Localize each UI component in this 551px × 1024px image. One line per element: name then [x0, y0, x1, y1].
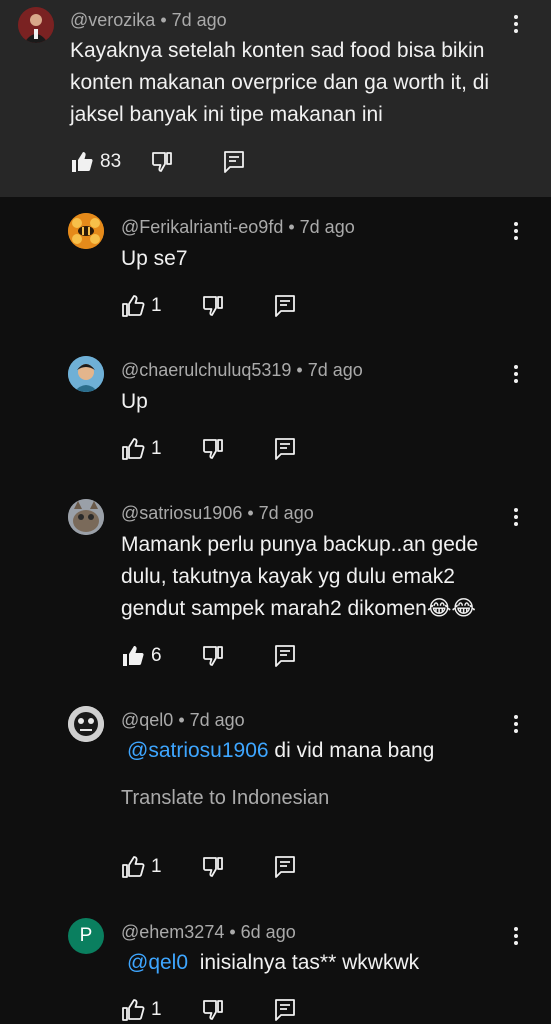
comment-line: Up [121, 390, 148, 413]
reply-button[interactable] [273, 292, 297, 320]
dislike-icon [203, 296, 223, 316]
comment-text: Kayaknya setelah konten sad food bisa bi… [70, 35, 489, 131]
more-vert-icon[interactable] [506, 710, 526, 738]
reply-button[interactable] [222, 148, 246, 176]
comment-time: 7d ago [189, 710, 245, 730]
comment-line: jaksel banyak ini tipe makanan ini [70, 103, 383, 126]
like-button[interactable]: 1 [121, 996, 162, 1024]
like-icon [122, 856, 145, 878]
avatar[interactable] [68, 706, 104, 742]
like-count: 6 [151, 645, 162, 666]
author-handle[interactable]: @chaerulchuluq5319 [121, 360, 291, 380]
comment-meta: @qel0 • 7d ago [121, 710, 245, 730]
reply-icon [275, 438, 295, 460]
comment-line: Up se7 [121, 247, 188, 270]
reply-icon [275, 856, 295, 878]
comment-line: Mamank perlu punya backup..an gede [121, 533, 479, 556]
dislike-button[interactable] [201, 292, 225, 320]
like-button[interactable]: 1 [121, 853, 162, 881]
comment-time: 7d ago [171, 10, 227, 30]
dislike-button[interactable] [201, 642, 225, 670]
like-count: 1 [151, 999, 162, 1020]
comment-meta: @verozika • 7d ago [70, 10, 227, 30]
comment-line: di vid mana bang [274, 739, 435, 762]
dislike-icon [203, 857, 223, 877]
mention-link[interactable]: @satriosu1906 [127, 739, 269, 762]
more-vert-icon[interactable] [506, 360, 526, 388]
comment-line: gendut sampek marah2 dikomen😂😂 [121, 597, 476, 620]
reply-button[interactable] [273, 642, 297, 670]
avatar[interactable] [68, 213, 104, 249]
avatar[interactable] [18, 7, 54, 43]
reply-icon [275, 645, 295, 667]
more-vert-icon[interactable] [506, 503, 526, 531]
reply-icon [275, 295, 295, 317]
like-icon [122, 999, 145, 1021]
dislike-button[interactable] [201, 996, 225, 1024]
more-vert-icon[interactable] [506, 217, 526, 245]
like-icon [72, 152, 93, 172]
like-count: 83 [100, 151, 122, 172]
dislike-icon [203, 646, 223, 666]
translate-link[interactable]: Translate to Indonesian [121, 787, 329, 810]
comment-time: 7d ago [299, 217, 355, 237]
reply-icon [275, 999, 295, 1021]
comment-line: konten makanan overprice dan ga worth it… [70, 71, 490, 94]
dislike-icon [203, 439, 223, 459]
comment-time: 6d ago [240, 922, 296, 942]
author-handle[interactable]: @Ferikalrianti-eo9fd [121, 217, 283, 237]
like-button[interactable]: 1 [121, 435, 162, 463]
like-button[interactable]: 1 [121, 292, 162, 320]
reply-icon [224, 151, 244, 173]
like-icon [122, 295, 145, 317]
avatar[interactable] [68, 499, 104, 535]
comment-text: Up [121, 386, 148, 418]
reply-button[interactable] [273, 435, 297, 463]
avatar[interactable] [68, 356, 104, 392]
reply-button[interactable] [273, 996, 297, 1024]
dislike-icon [152, 152, 172, 172]
like-count: 1 [151, 856, 162, 877]
like-button[interactable]: 6 [121, 642, 162, 670]
author-handle[interactable]: @qel0 [121, 710, 173, 730]
comment-text: Mamank perlu punya backup..an gede dulu,… [121, 529, 478, 625]
like-icon [122, 438, 145, 460]
more-vert-icon[interactable] [506, 10, 526, 38]
comment-line: Kayaknya setelah konten sad food bisa bi… [70, 39, 485, 62]
author-handle[interactable]: @satriosu1906 [121, 503, 242, 523]
more-vert-icon[interactable] [506, 922, 526, 950]
comment-meta: @ehem3274 • 6d ago [121, 922, 296, 942]
comment-meta: @Ferikalrianti-eo9fd • 7d ago [121, 217, 355, 237]
comment-text: @qel0 inisialnya tas** wkwkwk [127, 947, 419, 979]
author-handle[interactable]: @ehem3274 [121, 922, 224, 942]
author-handle[interactable]: @verozika [70, 10, 155, 30]
dislike-button[interactable] [201, 435, 225, 463]
comment-text: Up se7 [121, 243, 188, 275]
dislike-icon [203, 1000, 223, 1020]
comment-line: dulu, takutnya kayak yg dulu emak2 [121, 565, 455, 588]
avatar[interactable]: P [68, 918, 104, 954]
comment-text: @satriosu1906 di vid mana bang [127, 735, 434, 767]
comment-time: 7d ago [307, 360, 363, 380]
comment-meta: @satriosu1906 • 7d ago [121, 503, 314, 523]
reply-button[interactable] [273, 853, 297, 881]
like-icon [123, 646, 144, 666]
avatar-letter: P [79, 925, 93, 946]
dislike-button[interactable] [150, 148, 174, 176]
mention-link[interactable]: @qel0 [127, 951, 188, 974]
like-button[interactable]: 83 [70, 148, 121, 176]
comment-line: inisialnya tas** wkwkwk [199, 951, 420, 974]
comment-time: 7d ago [258, 503, 314, 523]
like-count: 1 [151, 438, 162, 459]
comment-meta: @chaerulchuluq5319 • 7d ago [121, 360, 363, 380]
dislike-button[interactable] [201, 853, 225, 881]
like-count: 1 [151, 295, 162, 316]
